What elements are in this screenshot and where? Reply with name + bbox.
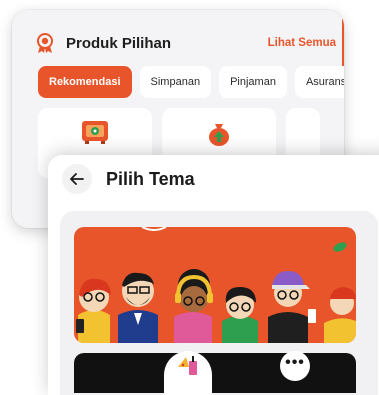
tab-simpanan[interactable]: Simpanan bbox=[139, 66, 212, 98]
pilih-tema-sheet: Pilih Tema ••• bbox=[48, 155, 379, 395]
medal-icon bbox=[37, 33, 53, 53]
tab-rekomendasi[interactable]: Rekomendasi bbox=[38, 66, 132, 98]
money-bag-icon bbox=[209, 124, 229, 146]
theme-logo-button[interactable] bbox=[164, 351, 212, 395]
tab-asuransi[interactable]: Asuransi bbox=[294, 66, 344, 98]
page-title: Pilih Tema bbox=[106, 168, 195, 189]
arrow-left-icon bbox=[70, 173, 84, 185]
more-icon: ••• bbox=[285, 354, 305, 371]
tab-pinjaman[interactable]: Pinjaman bbox=[219, 66, 287, 98]
section-title: Produk Pilihan bbox=[66, 34, 172, 52]
theme-illustration[interactable] bbox=[74, 227, 356, 343]
theme-nav-bar bbox=[74, 353, 356, 393]
back-button[interactable] bbox=[62, 164, 92, 194]
food-icon bbox=[178, 356, 197, 375]
produk-pilihan-header: Produk Pilihan Lihat Semua bbox=[34, 30, 344, 56]
people-illustration bbox=[76, 227, 356, 343]
more-button[interactable]: ••• bbox=[280, 351, 310, 381]
pilih-tema-header: Pilih Tema bbox=[62, 161, 195, 197]
safe-deposit-icon bbox=[82, 121, 108, 144]
see-all-link[interactable]: Lihat Semua bbox=[268, 37, 336, 49]
product-tabs: Rekomendasi Simpanan Pinjaman Asuransi bbox=[38, 66, 344, 98]
